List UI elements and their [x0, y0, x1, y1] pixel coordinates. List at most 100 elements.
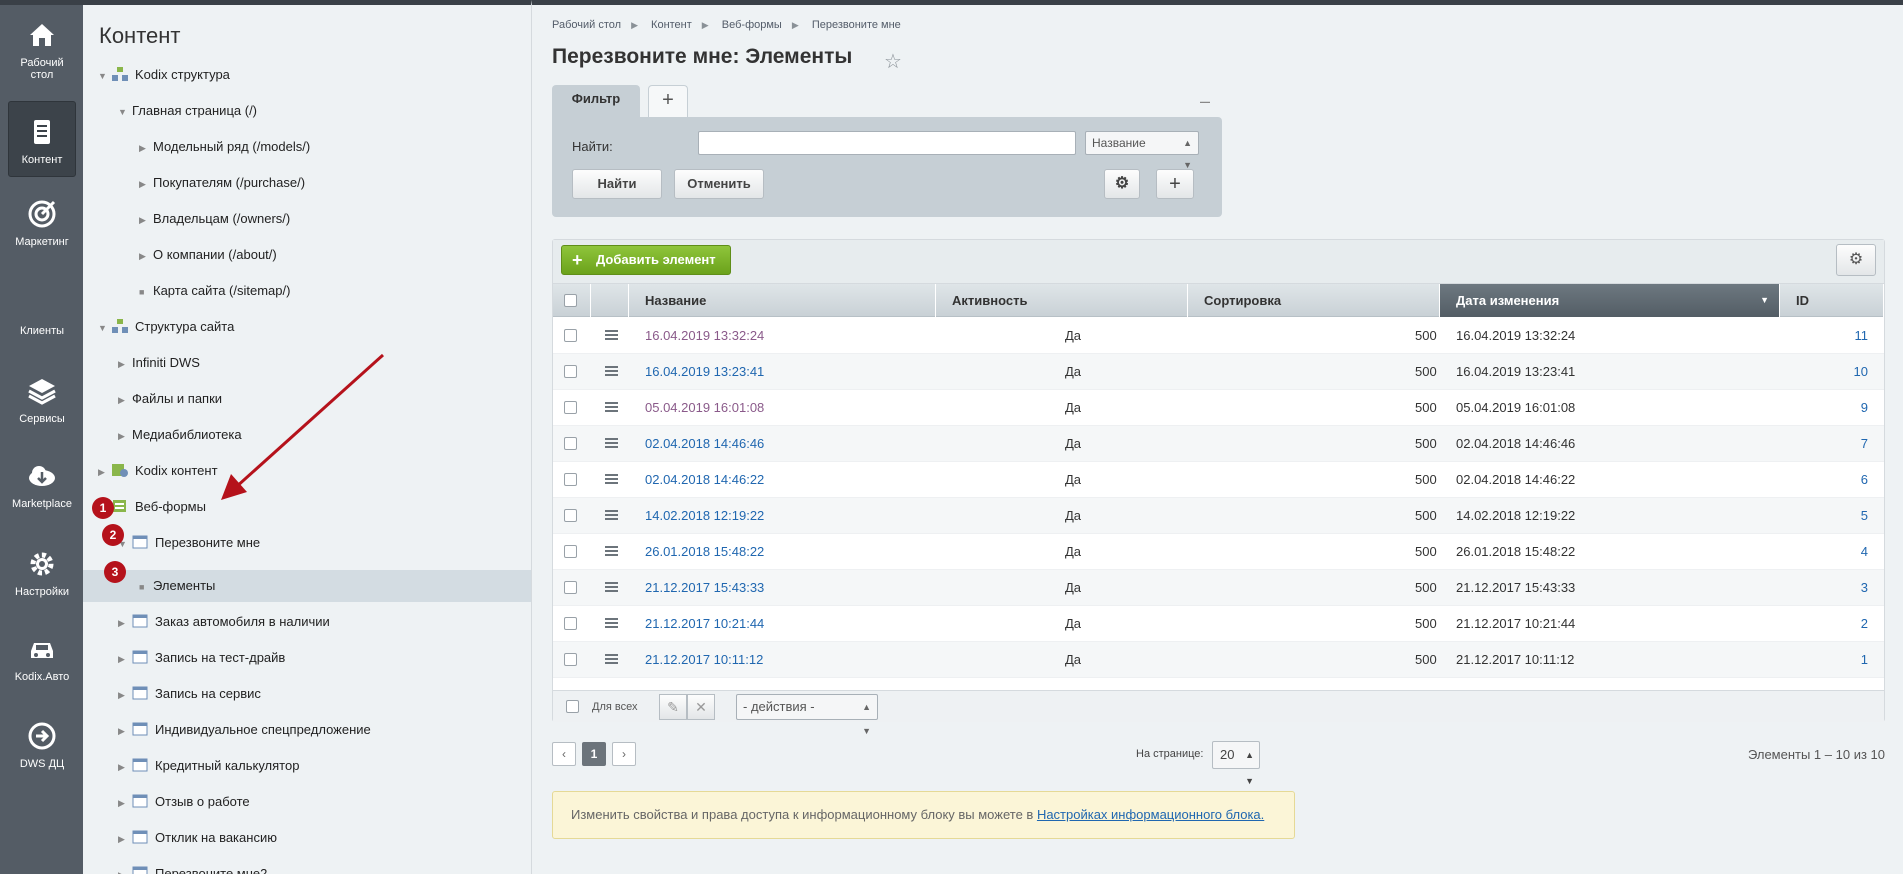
find-input[interactable] [698, 131, 1076, 155]
row-menu-icon[interactable] [605, 366, 618, 376]
menu-item-settings[interactable]: Настройки [8, 548, 76, 608]
column-header-active[interactable]: Активность [936, 284, 1188, 317]
row-name-link[interactable]: 26.01.2018 15:48:22 [645, 534, 764, 570]
collapsed-arrow-icon[interactable]: ▶ [98, 462, 112, 482]
tree-item[interactable]: ▶ Запись на тест-драйв [118, 648, 285, 668]
column-header-name[interactable]: Название [629, 284, 936, 317]
row-id[interactable]: 11 [1855, 318, 1869, 354]
tree-item[interactable]: ▼ Структура сайта [98, 317, 234, 337]
expanded-arrow-icon[interactable]: ▼ [118, 102, 132, 122]
expanded-arrow-icon[interactable]: ▼ [98, 318, 112, 338]
row-id[interactable]: 9 [1861, 390, 1868, 426]
collapsed-arrow-icon[interactable]: ▶ [118, 721, 132, 741]
collapsed-arrow-icon[interactable]: ▶ [118, 613, 132, 633]
next-page-button[interactable]: › [612, 742, 636, 766]
table-row[interactable]: 05.04.2019 16:01:08 Да 500 05.04.2019 16:01… [553, 390, 1884, 426]
collapsed-arrow-icon[interactable]: ▶ [118, 354, 132, 374]
row-name-link[interactable]: 16.04.2019 13:23:41 [645, 354, 764, 390]
row-checkbox[interactable] [564, 653, 577, 666]
table-row[interactable]: 16.04.2019 13:32:24 Да 500 16.04.2019 13:32… [553, 318, 1884, 354]
row-checkbox[interactable] [564, 437, 577, 450]
row-name-link[interactable]: 16.04.2019 13:32:24 [645, 318, 764, 354]
actions-select[interactable]: - действия - ▲ ▼ [736, 694, 878, 736]
select-all-checkbox[interactable] [564, 294, 577, 307]
menu-item-services[interactable]: Сервисы [8, 375, 76, 435]
row-checkbox[interactable] [564, 581, 577, 594]
collapsed-arrow-icon[interactable]: ▶ [118, 390, 132, 410]
row-id[interactable]: 3 [1861, 570, 1868, 606]
row-checkbox[interactable] [564, 509, 577, 522]
row-name-link[interactable]: 02.04.2018 14:46:22 [645, 462, 764, 498]
tree-item[interactable]: ▼ Kodix структура [98, 65, 230, 85]
tree-item[interactable]: ▶ Отклик на вакансию [118, 828, 277, 848]
edit-button[interactable]: ✎ [659, 694, 687, 720]
row-checkbox[interactable] [564, 545, 577, 558]
table-row[interactable]: 02.04.2018 14:46:22 Да 500 02.04.2018 14:46… [553, 462, 1884, 498]
page-number[interactable]: 1 [582, 742, 606, 766]
column-header-date[interactable]: Дата изменения ▼ [1440, 284, 1780, 317]
collapsed-arrow-icon[interactable]: ▶ [118, 829, 132, 849]
tree-item[interactable]: ▼ Перезвоните мне [118, 533, 260, 553]
menu-item-kodix-auto[interactable]: Kodix.Авто [8, 633, 76, 693]
row-name-link[interactable]: 02.04.2018 14:46:46 [645, 426, 764, 462]
tree-item[interactable]: ▼ Главная страница (/) [118, 101, 257, 121]
row-id[interactable]: 10 [1854, 354, 1868, 390]
menu-item-content[interactable]: Контент [8, 101, 76, 177]
row-menu-icon[interactable] [605, 546, 618, 556]
row-id[interactable]: 1 [1861, 642, 1868, 678]
table-row[interactable]: 14.02.2018 12:19:22 Да 500 14.02.2018 12:19… [553, 498, 1884, 534]
tree-item[interactable]: ▼Веб-формы [98, 497, 206, 517]
collapsed-arrow-icon[interactable]: ▶ [118, 757, 132, 777]
cancel-button[interactable]: Отменить [674, 169, 764, 199]
add-element-button[interactable]: + Добавить элемент [561, 245, 731, 275]
menu-item-marketplace[interactable]: Marketplace [8, 460, 76, 520]
tree-item[interactable]: ▶ Покупателям (/purchase/) [139, 173, 305, 193]
breadcrumb-item[interactable]: Веб-формы [722, 19, 782, 31]
row-id[interactable]: 7 [1861, 426, 1868, 462]
table-row[interactable]: 16.04.2019 13:23:41 Да 500 16.04.2019 13:23… [553, 354, 1884, 390]
tree-item[interactable]: ▶ Индивидуальное спецпредложение [118, 720, 371, 740]
prev-page-button[interactable]: ‹ [552, 742, 576, 766]
tree-item[interactable]: ▶ Заказ автомобиля в наличии [118, 612, 330, 632]
column-header-id[interactable]: ID [1780, 284, 1884, 317]
collapsed-arrow-icon[interactable]: ▶ [118, 865, 132, 874]
filter-add-button[interactable]: + [1156, 169, 1194, 199]
row-checkbox[interactable] [564, 329, 577, 342]
filter-settings-button[interactable]: ⚙ [1104, 169, 1140, 199]
menu-item-marketing[interactable]: Маркетинг [8, 198, 76, 258]
row-id[interactable]: 6 [1861, 462, 1868, 498]
row-name-link[interactable]: 21.12.2017 10:21:44 [645, 606, 764, 642]
row-menu-icon[interactable] [605, 582, 618, 592]
row-name-link[interactable]: 21.12.2017 15:43:33 [645, 570, 764, 606]
tree-item[interactable]: ▶ Kodix контент [98, 461, 218, 481]
row-menu-icon[interactable] [605, 330, 618, 340]
row-checkbox[interactable] [564, 473, 577, 486]
breadcrumb-item[interactable]: Контент [651, 19, 692, 31]
tree-item[interactable]: ▶ Перезвоните мне2 [118, 864, 267, 874]
tab-filter[interactable]: Фильтр [552, 85, 640, 117]
row-id[interactable]: 4 [1861, 534, 1868, 570]
row-menu-icon[interactable] [605, 618, 618, 628]
expanded-arrow-icon[interactable]: ▼ [98, 66, 112, 86]
tree-item[interactable]: ▶ Модельный ряд (/models/) [139, 137, 310, 157]
row-name-link[interactable]: 05.04.2019 16:01:08 [645, 390, 764, 426]
tree-item[interactable]: ▶ Запись на сервис [118, 684, 261, 704]
row-menu-icon[interactable] [605, 438, 618, 448]
iblock-settings-link[interactable]: Настройках информационного блока. [1037, 807, 1264, 822]
tree-item[interactable]: ▶ О компании (/about/) [139, 245, 277, 265]
menu-item-clients[interactable]: Клиенты [8, 325, 76, 345]
breadcrumb-item[interactable]: Перезвоните мне [812, 19, 901, 31]
table-row[interactable]: 02.04.2018 14:46:46 Да 500 02.04.2018 14:46… [553, 426, 1884, 462]
collapse-filter-icon[interactable]: – [1200, 91, 1210, 112]
collapsed-arrow-icon[interactable]: ▶ [118, 649, 132, 669]
grid-settings-button[interactable]: ⚙ [1836, 244, 1876, 276]
collapsed-arrow-icon[interactable]: ▶ [139, 210, 153, 230]
collapsed-arrow-icon[interactable]: ▶ [139, 174, 153, 194]
collapsed-arrow-icon[interactable]: ▶ [118, 685, 132, 705]
tree-item[interactable]: ▶ Кредитный калькулятор [118, 756, 299, 776]
delete-button[interactable]: ✕ [687, 694, 715, 720]
tree-item[interactable]: ▶ Владельцам (/owners/) [139, 209, 290, 229]
tree-item[interactable]: ▶ Файлы и папки [118, 389, 222, 409]
row-menu-icon[interactable] [605, 654, 618, 664]
apply-all-checkbox[interactable] [566, 700, 579, 713]
